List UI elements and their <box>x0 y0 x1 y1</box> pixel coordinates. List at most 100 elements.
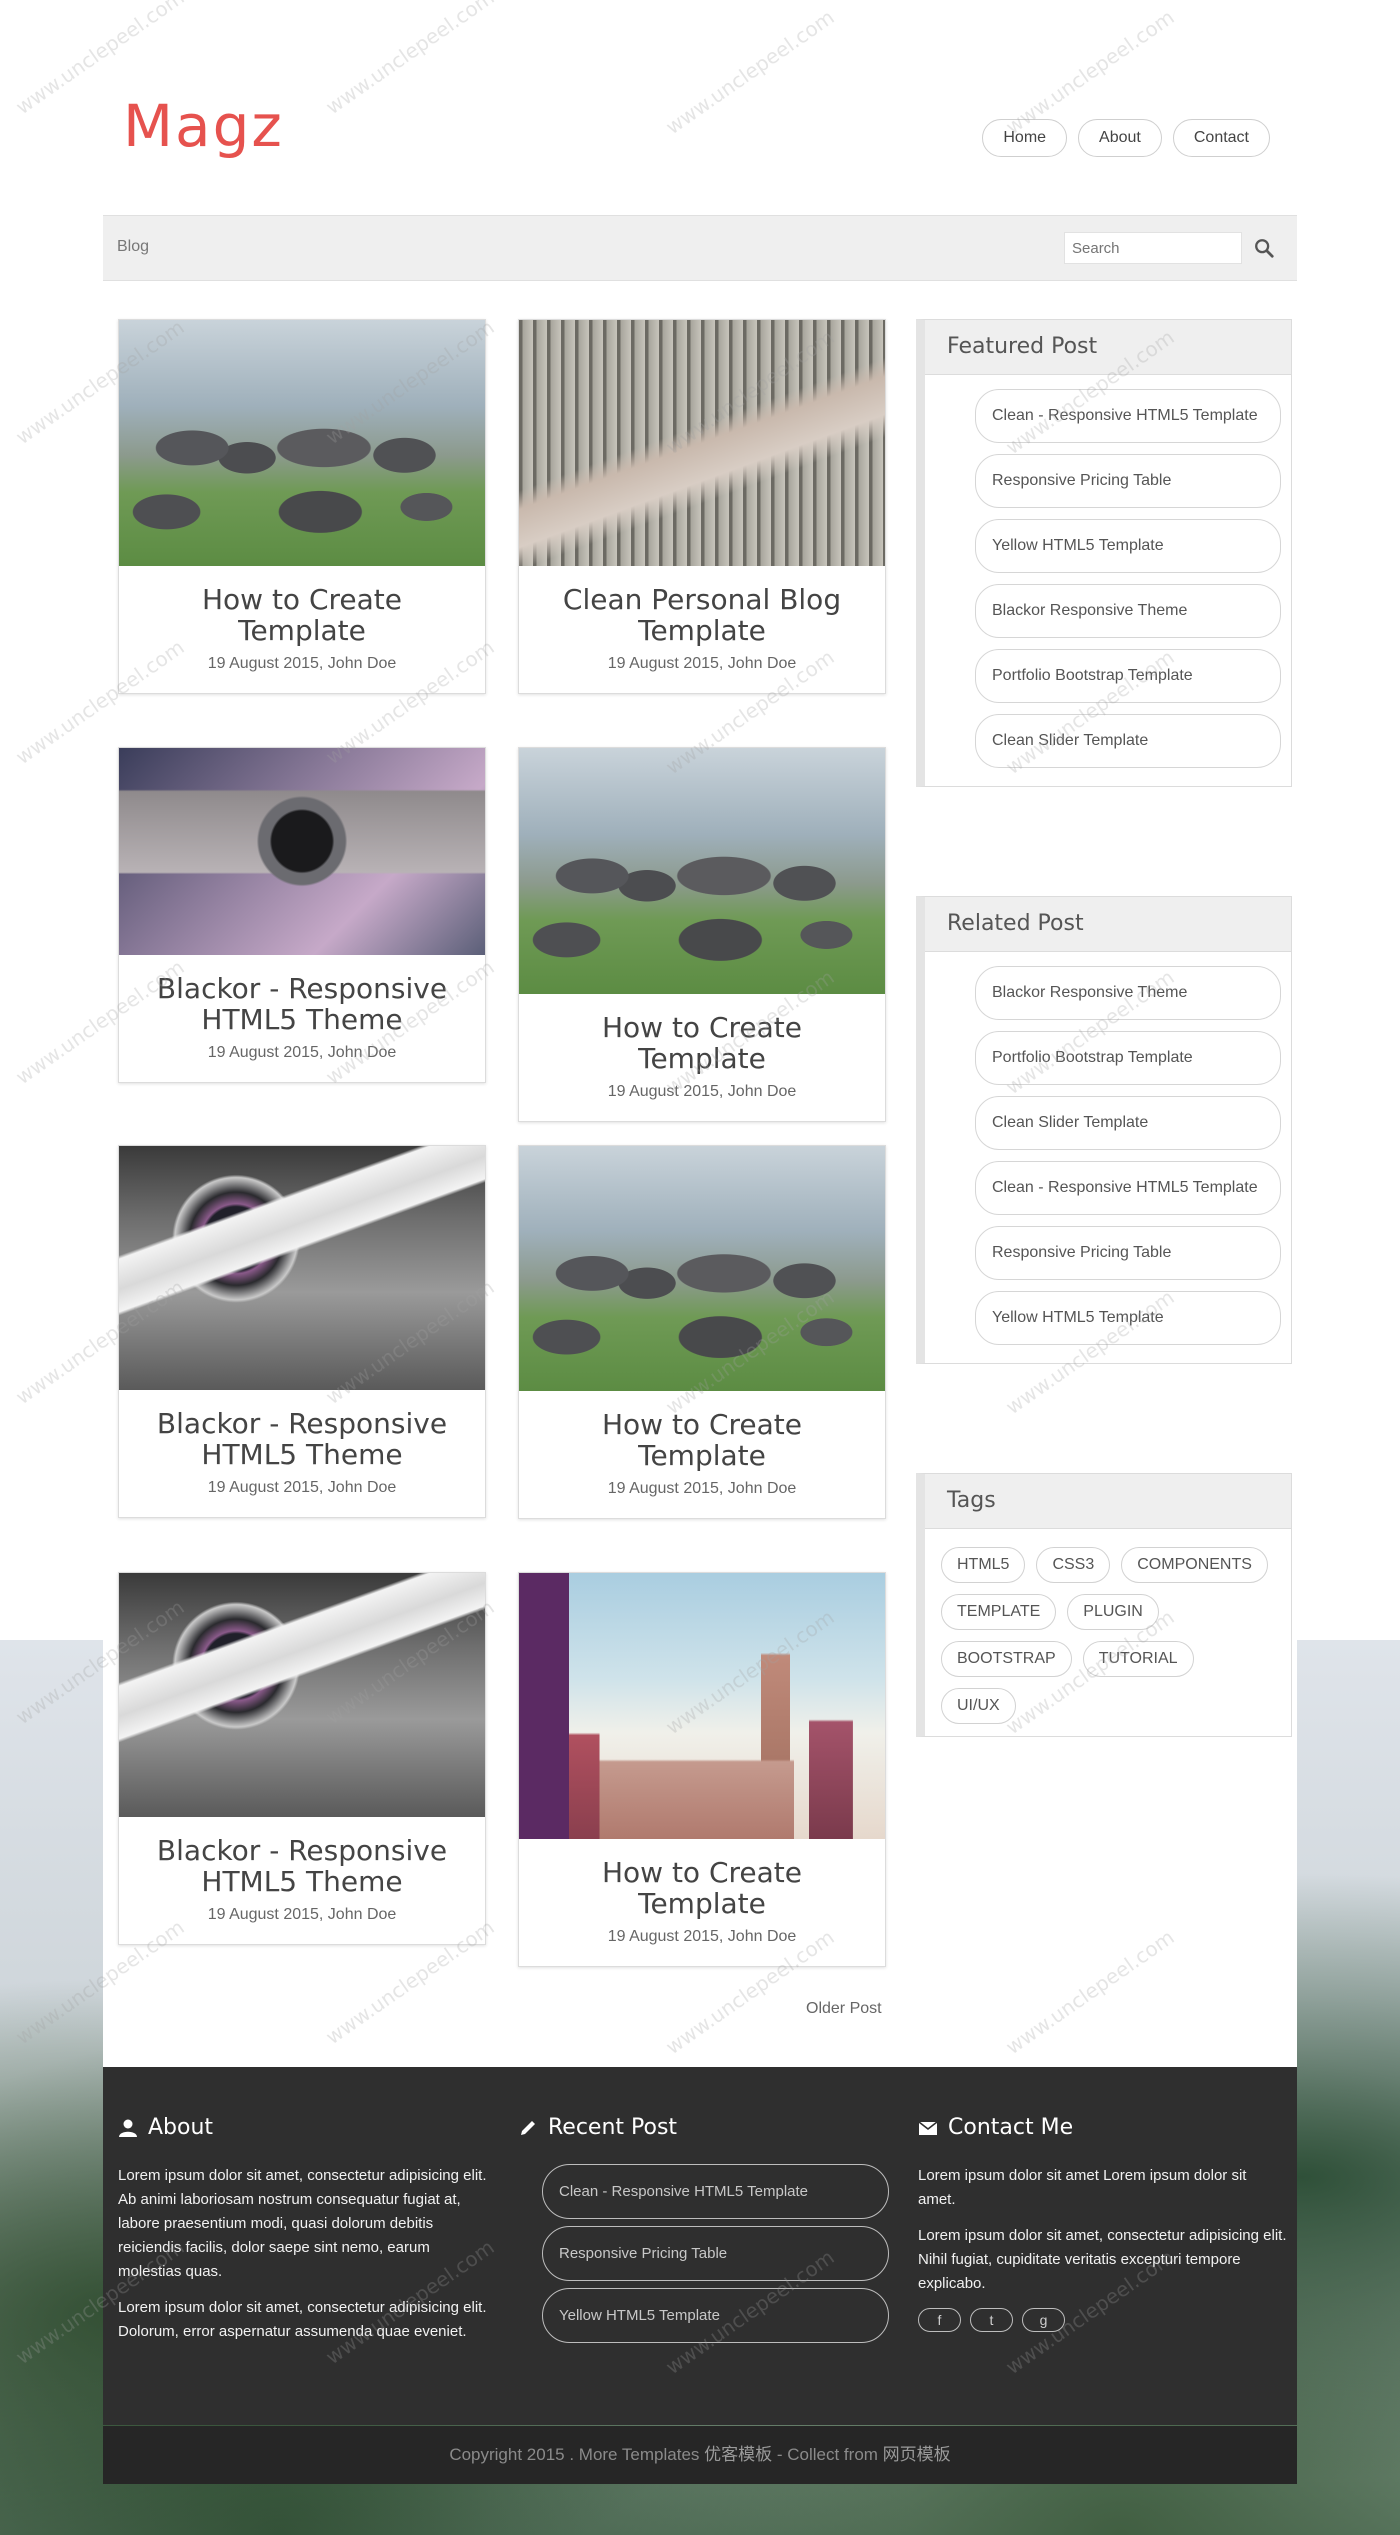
search-icon[interactable] <box>1253 237 1275 259</box>
post-thumbnail[interactable] <box>519 1573 885 1839</box>
post-title[interactable]: Blackor - Responsive HTML5 Theme <box>119 955 485 1035</box>
copyright-link[interactable]: 网页模板 <box>883 2445 951 2464</box>
social-links: f t g <box>918 2308 1288 2332</box>
related-post-item[interactable]: Yellow HTML5 Template <box>975 1291 1281 1345</box>
related-post-item[interactable]: Blackor Responsive Theme <box>975 966 1281 1020</box>
post-thumbnail[interactable] <box>519 1146 885 1391</box>
nav-about-button[interactable]: About <box>1078 119 1162 157</box>
breadcrumb-bar: Blog <box>103 215 1297 281</box>
tag-bootstrap[interactable]: BOOTSTRAP <box>941 1641 1072 1677</box>
post-card[interactable]: Blackor - Responsive HTML5 Theme 19 Augu… <box>118 1145 486 1518</box>
featured-post-item[interactable]: Clean - Responsive HTML5 Template <box>975 389 1281 443</box>
related-post-item[interactable]: Clean Slider Template <box>975 1096 1281 1150</box>
featured-post-item[interactable]: Responsive Pricing Table <box>975 454 1281 508</box>
featured-post-widget: Featured Post Clean - Responsive HTML5 T… <box>916 319 1292 787</box>
tag-components[interactable]: COMPONENTS <box>1121 1547 1268 1583</box>
twitter-icon[interactable]: t <box>970 2308 1013 2332</box>
footer-about-text: Lorem ipsum dolor sit amet, consectetur … <box>118 2167 487 2280</box>
google-plus-icon[interactable]: g <box>1022 2308 1065 2332</box>
post-title[interactable]: How to Create Template <box>119 566 485 646</box>
search-input[interactable] <box>1064 232 1242 264</box>
post-meta: 19 August 2015, John Doe <box>207 655 397 672</box>
post-meta: 19 August 2015, John Doe <box>607 655 797 672</box>
post-meta: 19 August 2015, John Doe <box>207 1044 397 1061</box>
post-meta: 19 August 2015, John Doe <box>607 1928 797 1945</box>
footer-recent-heading: Recent Post <box>518 2115 888 2140</box>
user-icon <box>119 2119 137 2137</box>
post-thumbnail[interactable] <box>519 748 885 994</box>
post-card[interactable]: Blackor - Responsive HTML5 Theme 19 Augu… <box>118 747 486 1083</box>
post-card[interactable]: Clean Personal Blog Template 19 August 2… <box>518 319 886 694</box>
footer-recent-title: Recent Post <box>548 2115 678 2140</box>
tag-plugin[interactable]: PLUGIN <box>1067 1594 1159 1630</box>
post-title[interactable]: Blackor - Responsive HTML5 Theme <box>119 1817 485 1897</box>
tag-template[interactable]: TEMPLATE <box>941 1594 1057 1630</box>
post-meta: 19 August 2015, John Doe <box>207 1906 397 1923</box>
older-post-link[interactable]: Older Post <box>806 2000 882 2018</box>
post-card[interactable]: How to Create Template 19 August 2015, J… <box>518 747 886 1122</box>
post-thumbnail[interactable] <box>119 748 485 955</box>
post-title[interactable]: Blackor - Responsive HTML5 Theme <box>119 1390 485 1470</box>
widget-title: Tags <box>925 1474 1291 1529</box>
image-building <box>519 1573 569 1839</box>
copyright-link[interactable]: 优客模板 <box>704 2445 772 2464</box>
footer-contact: Contact Me Lorem ipsum dolor sit amet Lo… <box>918 2115 1288 2332</box>
footer-contact-text: Lorem ipsum dolor sit amet, consectetur … <box>918 2227 1287 2292</box>
post-title[interactable]: How to Create Template <box>519 1839 885 1919</box>
footer-about-title: About <box>148 2115 214 2140</box>
tag-tutorial[interactable]: TUTORIAL <box>1082 1641 1194 1677</box>
footer-about-text: Lorem ipsum dolor sit amet, consectetur … <box>118 2299 487 2340</box>
post-meta: 19 August 2015, John Doe <box>207 1479 397 1496</box>
post-card[interactable]: How to Create Template 19 August 2015, J… <box>118 319 486 694</box>
footer-about-heading: About <box>118 2115 488 2140</box>
envelope-icon <box>918 2120 938 2135</box>
pencil-icon <box>521 2120 535 2135</box>
main-content: Magz Home About Contact Blog How to Crea… <box>103 0 1297 2067</box>
post-title[interactable]: How to Create Template <box>519 994 885 1074</box>
post-title[interactable]: Clean Personal Blog Template <box>519 566 885 646</box>
post-thumbnail[interactable] <box>119 320 485 566</box>
copyright-text: - Collect from <box>772 2445 883 2464</box>
featured-post-item[interactable]: Clean Slider Template <box>975 714 1281 768</box>
post-title[interactable]: How to Create Template <box>519 1391 885 1471</box>
nav-home-button[interactable]: Home <box>982 119 1068 157</box>
post-meta: 19 August 2015, John Doe <box>607 1083 797 1100</box>
facebook-icon[interactable]: f <box>918 2308 961 2332</box>
top-navigation: Home About Contact <box>982 119 1270 157</box>
related-post-widget: Related Post Blackor Responsive Theme Po… <box>916 896 1292 1364</box>
post-meta: 19 August 2015, John Doe <box>607 1480 797 1497</box>
widget-title: Related Post <box>925 897 1291 952</box>
related-post-item[interactable]: Responsive Pricing Table <box>975 1226 1281 1280</box>
site-logo[interactable]: Magz <box>123 92 284 160</box>
featured-post-item[interactable]: Blackor Responsive Theme <box>975 584 1281 638</box>
widget-title: Featured Post <box>925 320 1291 375</box>
tags-widget: Tags HTML5 CSS3 COMPONENTS TEMPLATE PLUG… <box>916 1473 1292 1737</box>
post-thumbnail[interactable] <box>119 1146 485 1390</box>
breadcrumb[interactable]: Blog <box>117 238 149 256</box>
copyright-text: Copyright 2015 . More Templates <box>449 2445 705 2464</box>
recent-post-item[interactable]: Yellow HTML5 Template <box>542 2288 889 2343</box>
copyright-bar: Copyright 2015 . More Templates 优客模板 - C… <box>103 2426 1297 2484</box>
related-post-item[interactable]: Clean - Responsive HTML5 Template <box>975 1161 1281 1215</box>
tag-uiux[interactable]: UI/UX <box>941 1688 1016 1724</box>
post-thumbnail[interactable] <box>119 1573 485 1817</box>
post-card[interactable]: Blackor - Responsive HTML5 Theme 19 Augu… <box>118 1572 486 1945</box>
post-card[interactable]: How to Create Template 19 August 2015, J… <box>518 1572 886 1967</box>
footer-contact-heading: Contact Me <box>918 2115 1288 2140</box>
tag-html5[interactable]: HTML5 <box>941 1547 1026 1583</box>
footer-recent: Recent Post Clean - Responsive HTML5 Tem… <box>518 2115 889 2350</box>
footer-about: About Lorem ipsum dolor sit amet, consec… <box>118 2115 488 2356</box>
post-thumbnail[interactable] <box>519 320 885 566</box>
related-post-item[interactable]: Portfolio Bootstrap Template <box>975 1031 1281 1085</box>
featured-post-item[interactable]: Portfolio Bootstrap Template <box>975 649 1281 703</box>
footer-contact-text: Lorem ipsum dolor sit amet Lorem ipsum d… <box>918 2167 1247 2208</box>
featured-post-item[interactable]: Yellow HTML5 Template <box>975 519 1281 573</box>
tag-css3[interactable]: CSS3 <box>1036 1547 1111 1583</box>
page: Magz Home About Contact Blog How to Crea… <box>103 0 1297 2535</box>
recent-post-item[interactable]: Clean - Responsive HTML5 Template <box>542 2164 889 2219</box>
footer-contact-title: Contact Me <box>948 2115 1074 2140</box>
nav-contact-button[interactable]: Contact <box>1172 119 1270 157</box>
footer: About Lorem ipsum dolor sit amet, consec… <box>103 2067 1297 2425</box>
post-card[interactable]: How to Create Template 19 August 2015, J… <box>518 1145 886 1519</box>
recent-post-item[interactable]: Responsive Pricing Table <box>542 2226 889 2281</box>
